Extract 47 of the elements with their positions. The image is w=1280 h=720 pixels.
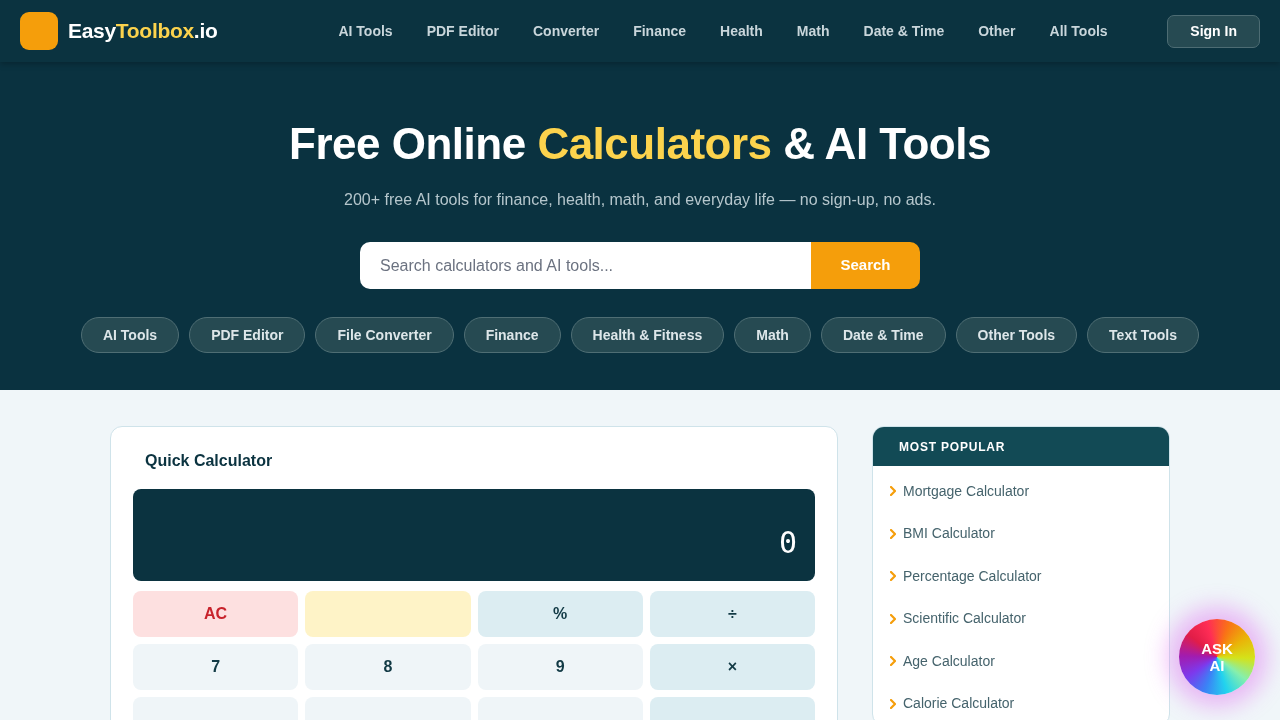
digit-key[interactable]: 9: [477, 644, 643, 690]
clear-key[interactable]: AC: [133, 591, 299, 637]
nav-link[interactable]: Converter: [533, 20, 600, 42]
nav-link[interactable]: All Tools: [1049, 20, 1108, 42]
nav-link[interactable]: Date & Time: [863, 20, 945, 42]
calculator-title: Quick Calculator: [144, 451, 274, 471]
chevron-right-icon: [890, 698, 896, 709]
nav-link[interactable]: Other: [978, 20, 1016, 42]
display-value: 0: [778, 525, 797, 561]
hero-subtitle: 200+ free AI tools for finance, health, math, and everyday life — no sign-up, no ads.: [344, 190, 936, 210]
nav-link[interactable]: Health: [720, 20, 763, 42]
sign-in-button[interactable]: Sign In: [1167, 14, 1260, 48]
digit-key[interactable]: 8: [305, 644, 471, 690]
popular-link[interactable]: Percentage Calculator: [890, 565, 1042, 587]
popular-link[interactable]: BMI Calculator: [890, 523, 995, 545]
chevron-right-icon: [890, 656, 896, 667]
operator-key[interactable]: ×: [649, 644, 815, 690]
category-chip[interactable]: Health & Fitness: [570, 317, 725, 353]
nav-link[interactable]: AI Tools: [338, 20, 393, 42]
chevron-right-icon: [890, 571, 896, 582]
category-chip[interactable]: Text Tools: [1087, 317, 1200, 353]
popular-link[interactable]: Age Calculator: [890, 650, 995, 672]
search-field[interactable]: Search calculators and AI tools...: [360, 242, 811, 289]
nav-link[interactable]: PDF Editor: [426, 20, 499, 42]
hero-title: Free Online Calculators & AI Tools: [289, 118, 991, 170]
logo-text[interactable]: EasyToolbox.io: [68, 15, 218, 47]
popular-link[interactable]: Mortgage Calculator: [890, 480, 1030, 502]
blank-key[interactable]: [305, 591, 471, 637]
category-chip[interactable]: File Converter: [315, 317, 454, 353]
chevron-right-icon: [890, 528, 896, 539]
operator-key[interactable]: ÷: [649, 591, 815, 637]
operator-key[interactable]: %: [477, 591, 643, 637]
popular-link[interactable]: Calorie Calculator: [890, 693, 1015, 715]
chevron-right-icon: [890, 486, 896, 497]
logo-icon: [20, 12, 58, 50]
popular-link[interactable]: Scientific Calculator: [890, 608, 1026, 630]
category-chip[interactable]: AI Tools: [80, 317, 180, 353]
category-chip[interactable]: Math: [734, 317, 811, 353]
chevron-right-icon: [890, 613, 896, 624]
category-chip[interactable]: PDF Editor: [189, 317, 306, 353]
digit-key[interactable]: 7: [133, 644, 299, 690]
category-chip[interactable]: Finance: [463, 317, 561, 353]
panel-title: MOST POPULAR: [899, 438, 1006, 456]
nav-link[interactable]: Finance: [633, 20, 687, 42]
nav-link[interactable]: Math: [796, 20, 830, 42]
category-chip[interactable]: Date & Time: [820, 317, 946, 353]
category-chip[interactable]: Other Tools: [955, 317, 1078, 353]
